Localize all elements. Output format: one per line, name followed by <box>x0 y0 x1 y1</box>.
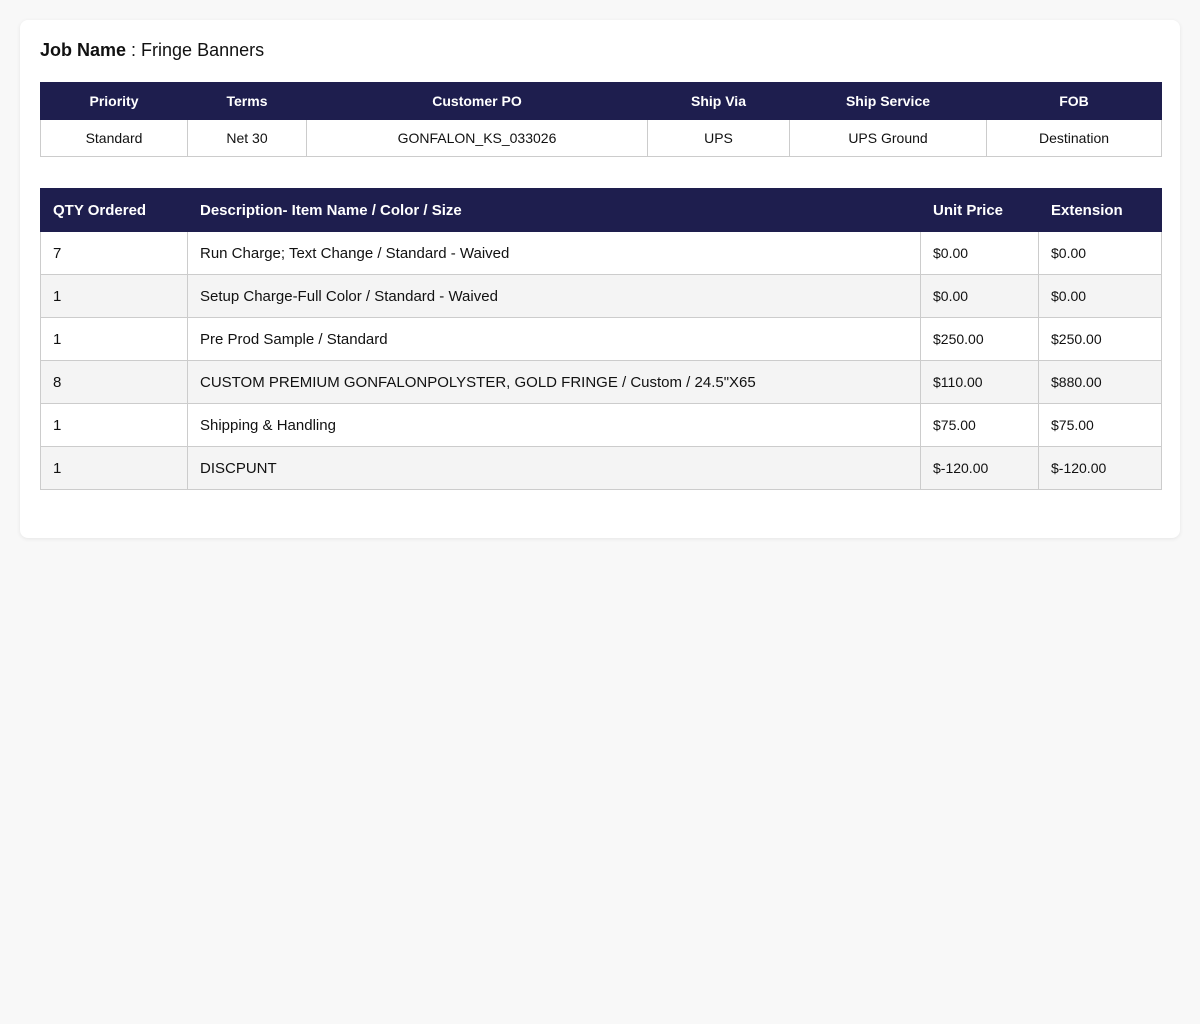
line-items-header-row: QTY Ordered Description- Item Name / Col… <box>40 188 1162 232</box>
header-extension: Extension <box>1038 188 1162 232</box>
header-unit-price: Unit Price <box>920 188 1039 232</box>
table-row: 1 Shipping & Handling $75.00 $75.00 <box>40 403 1162 447</box>
cell-unit-price: $250.00 <box>920 317 1039 361</box>
job-name-label: Job Name <box>40 40 127 60</box>
line-items-table: QTY Ordered Description- Item Name / Col… <box>40 188 1162 490</box>
header-ship-via: Ship Via <box>647 82 790 120</box>
cell-unit-price: $110.00 <box>920 360 1039 404</box>
order-info-header-row: Priority Terms Customer PO Ship Via Ship… <box>40 82 1162 120</box>
cell-unit-price: $0.00 <box>920 274 1039 318</box>
job-card: Job Name : Fringe Banners Priority Terms… <box>20 20 1180 538</box>
cell-qty: 1 <box>40 274 188 318</box>
value-customer-po: GONFALON_KS_033026 <box>306 119 648 157</box>
table-row: 1 DISCPUNT $-120.00 $-120.00 <box>40 446 1162 490</box>
cell-qty: 1 <box>40 446 188 490</box>
cell-unit-price: $0.00 <box>920 231 1039 275</box>
cell-extension: $0.00 <box>1038 274 1162 318</box>
cell-description: Setup Charge-Full Color / Standard - Wai… <box>187 274 921 318</box>
cell-qty: 7 <box>40 231 188 275</box>
header-qty-ordered: QTY Ordered <box>40 188 188 232</box>
cell-unit-price: $75.00 <box>920 403 1039 447</box>
cell-description: Run Charge; Text Change / Standard - Wai… <box>187 231 921 275</box>
cell-qty: 1 <box>40 317 188 361</box>
cell-unit-price: $-120.00 <box>920 446 1039 490</box>
table-row: 8 CUSTOM PREMIUM GONFALONPOLYSTER, GOLD … <box>40 360 1162 404</box>
cell-extension: $880.00 <box>1038 360 1162 404</box>
value-ship-via: UPS <box>647 119 790 157</box>
cell-description: DISCPUNT <box>187 446 921 490</box>
cell-qty: 8 <box>40 360 188 404</box>
order-info-value-row: Standard Net 30 GONFALON_KS_033026 UPS U… <box>40 119 1162 157</box>
job-name-separator: : <box>126 40 142 60</box>
header-fob: FOB <box>986 82 1162 120</box>
table-row: 1 Setup Charge-Full Color / Standard - W… <box>40 274 1162 318</box>
table-row: 7 Run Charge; Text Change / Standard - W… <box>40 231 1162 275</box>
order-info-table: Priority Terms Customer PO Ship Via Ship… <box>40 82 1162 157</box>
header-customer-po: Customer PO <box>306 82 648 120</box>
cell-extension: $75.00 <box>1038 403 1162 447</box>
value-terms: Net 30 <box>187 119 307 157</box>
value-fob: Destination <box>986 119 1162 157</box>
header-terms: Terms <box>187 82 307 120</box>
table-row: 1 Pre Prod Sample / Standard $250.00 $25… <box>40 317 1162 361</box>
job-name-line: Job Name : Fringe Banners <box>40 39 264 61</box>
value-priority: Standard <box>40 119 188 157</box>
job-name-value: Fringe Banners <box>141 40 265 60</box>
cell-qty: 1 <box>40 403 188 447</box>
cell-description: Pre Prod Sample / Standard <box>187 317 921 361</box>
cell-extension: $-120.00 <box>1038 446 1162 490</box>
cell-description: CUSTOM PREMIUM GONFALONPOLYSTER, GOLD FR… <box>187 360 921 404</box>
cell-extension: $0.00 <box>1038 231 1162 275</box>
header-ship-service: Ship Service <box>789 82 987 120</box>
header-description: Description- Item Name / Color / Size <box>187 188 921 232</box>
header-priority: Priority <box>40 82 188 120</box>
cell-description: Shipping & Handling <box>187 403 921 447</box>
cell-extension: $250.00 <box>1038 317 1162 361</box>
value-ship-service: UPS Ground <box>789 119 987 157</box>
